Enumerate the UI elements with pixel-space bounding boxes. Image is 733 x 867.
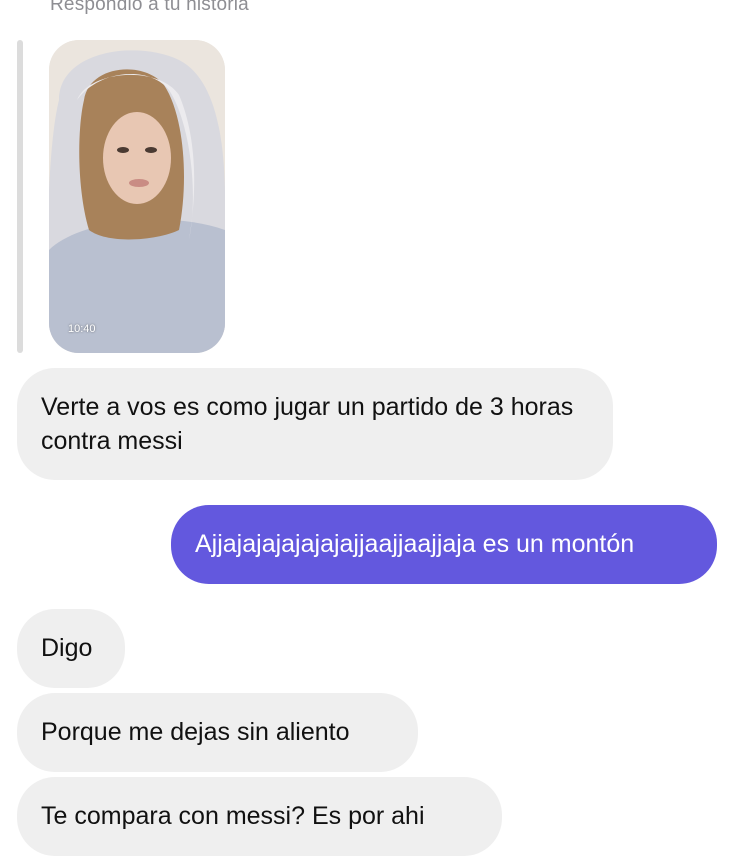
story-thumbnail[interactable]: 10:40 bbox=[49, 40, 225, 353]
message-bubble-4[interactable]: Porque me dejas sin aliento bbox=[17, 693, 418, 772]
story-photo bbox=[49, 40, 225, 353]
message-bubble-1[interactable]: Verte a vos es como jugar un partido de … bbox=[17, 368, 613, 480]
story-time: 10:40 bbox=[68, 323, 96, 335]
message-bubble-3[interactable]: Digo bbox=[17, 609, 125, 688]
message-bubble-2[interactable]: Ajjajajajajajajajjaajjaajjaja es un mont… bbox=[171, 505, 717, 584]
message-bubble-5[interactable]: Te compara con messi? Es por ahi bbox=[17, 777, 502, 856]
reply-label: Respondió a tu historia bbox=[50, 0, 249, 15]
quote-bar bbox=[17, 40, 23, 353]
